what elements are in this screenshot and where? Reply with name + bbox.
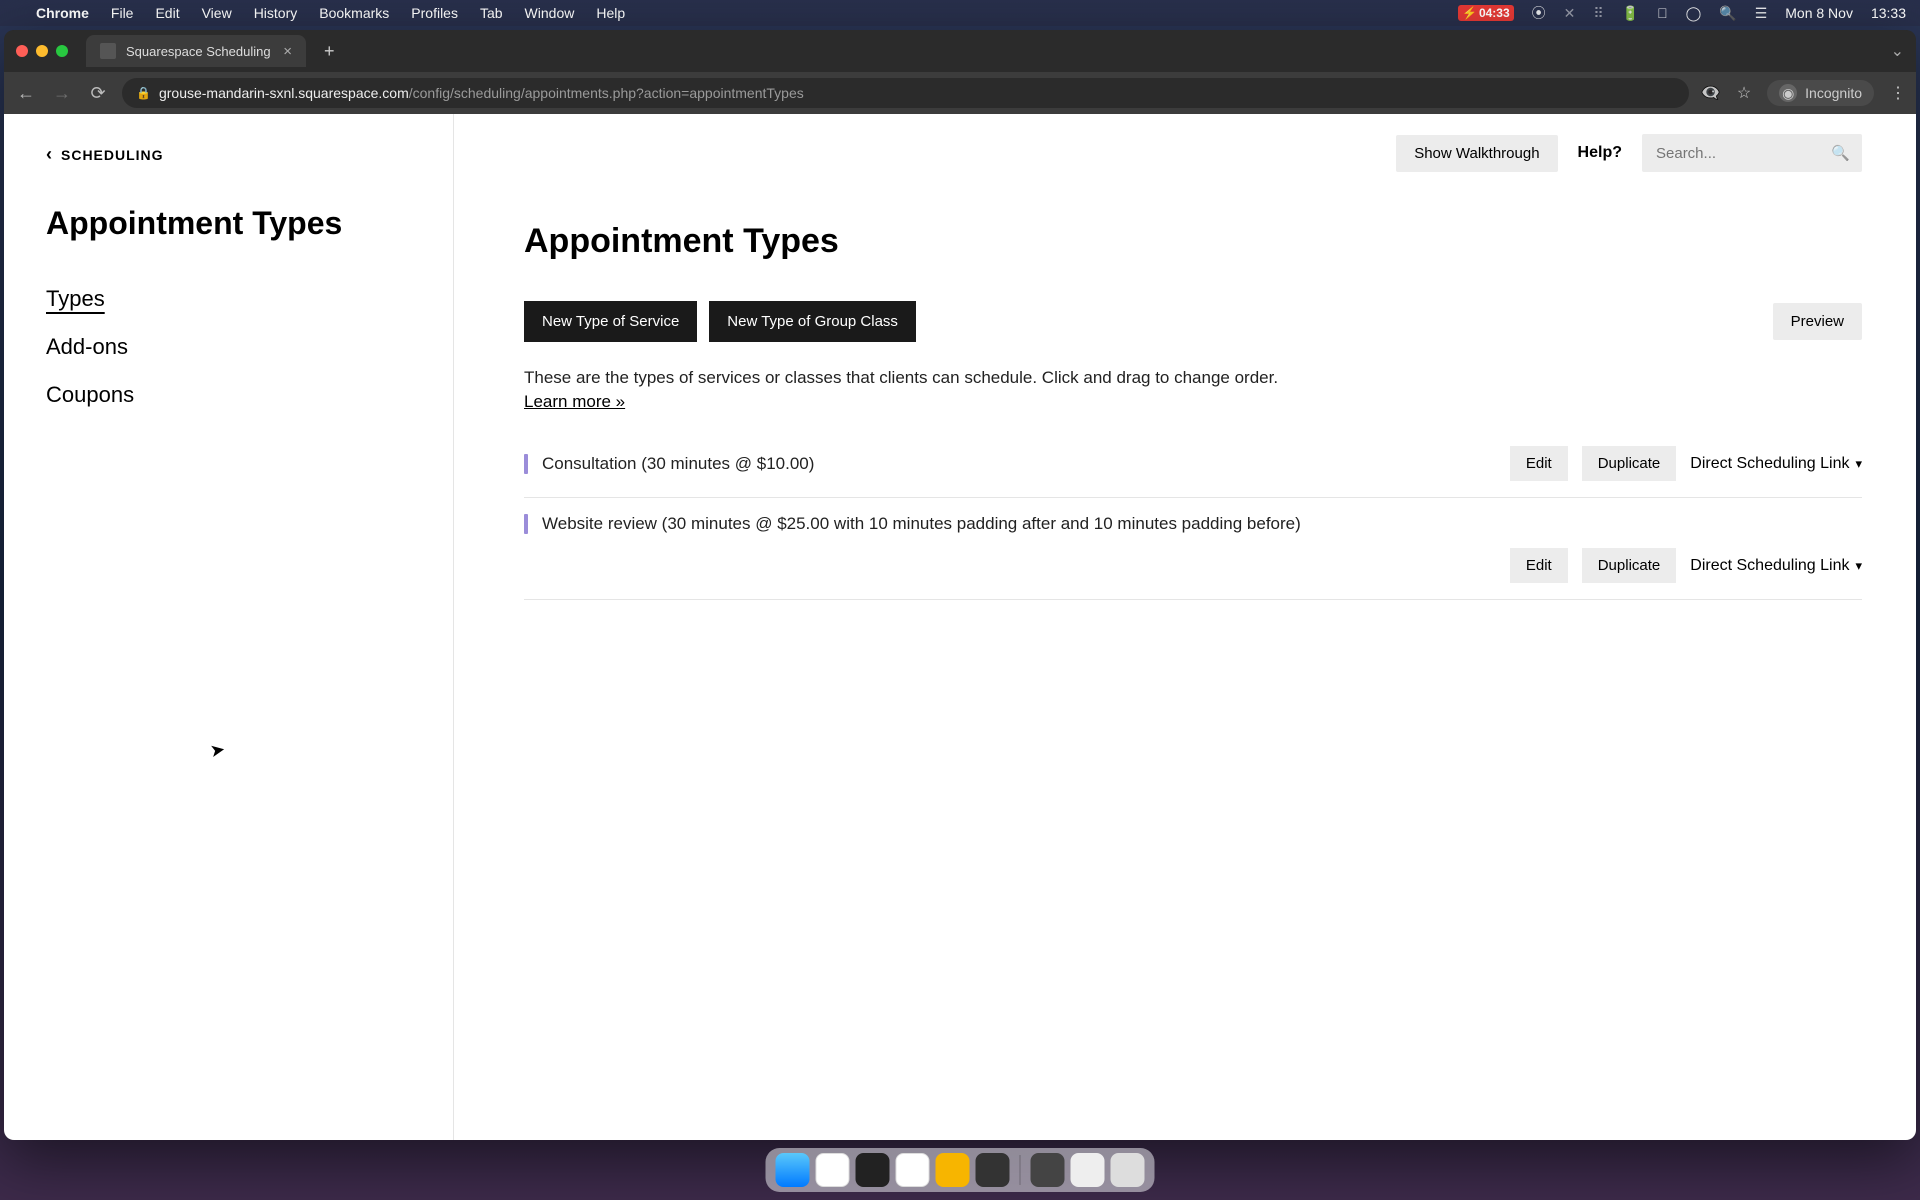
edit-button[interactable]: Edit <box>1510 446 1568 481</box>
type-label: Website review (30 minutes @ $25.00 with… <box>542 514 1862 534</box>
tab-title: Squarespace Scheduling <box>126 44 271 59</box>
spotlight-icon[interactable]: 🔍 <box>1719 5 1736 22</box>
new-tab-button[interactable]: + <box>316 41 343 62</box>
reload-button[interactable]: ⟳ <box>86 83 110 104</box>
direct-scheduling-link-dropdown[interactable]: Direct Scheduling Link ▾ <box>1690 455 1862 473</box>
appointment-types-list: Consultation (30 minutes @ $10.00) Edit … <box>524 430 1862 600</box>
menu-view[interactable]: View <box>202 5 232 21</box>
duplicate-button[interactable]: Duplicate <box>1582 446 1677 481</box>
page-viewport: ‹ SCHEDULING Appointment Types Types Add… <box>4 114 1916 1140</box>
menu-edit[interactable]: Edit <box>155 5 179 21</box>
type-color-indicator <box>524 514 528 534</box>
type-label: Consultation (30 minutes @ $10.00) <box>542 454 1496 474</box>
window-controls <box>16 45 68 57</box>
back-label: SCHEDULING <box>61 147 164 163</box>
appointment-type-row[interactable]: Website review (30 minutes @ $25.00 with… <box>524 498 1862 600</box>
menu-profiles[interactable]: Profiles <box>411 5 458 21</box>
favicon-icon <box>100 43 116 59</box>
dock-app-7[interactable] <box>1031 1153 1065 1187</box>
back-button[interactable]: ← <box>14 83 38 104</box>
main-content: Show Walkthrough Help? 🔍 Appointment Typ… <box>454 114 1916 1140</box>
chevron-down-icon: ▾ <box>1855 558 1862 574</box>
address-bar[interactable]: 🔒 grouse-mandarin-sxnl.squarespace.com/c… <box>122 78 1689 108</box>
tabs-dropdown-icon[interactable]: ⌄ <box>1891 41 1904 61</box>
menu-help[interactable]: Help <box>596 5 625 21</box>
status-icon-3[interactable]: ⠿ <box>1593 5 1603 22</box>
dock-app-chrome[interactable] <box>816 1153 850 1187</box>
dock-app-trash[interactable] <box>1111 1153 1145 1187</box>
chevron-down-icon: ▾ <box>1855 456 1862 472</box>
close-window-button[interactable] <box>16 45 28 57</box>
direct-scheduling-link-dropdown[interactable]: Direct Scheduling Link ▾ <box>1690 557 1862 575</box>
url-path: /config/scheduling/appointments.php?acti… <box>409 85 804 101</box>
control-center-icon[interactable]: ☰ <box>1755 5 1768 22</box>
search-input[interactable] <box>1656 145 1848 162</box>
learn-more-link[interactable]: Learn more » <box>524 392 625 412</box>
sidebar: ‹ SCHEDULING Appointment Types Types Add… <box>4 114 454 1140</box>
lock-icon: 🔒 <box>136 86 151 100</box>
preview-button[interactable]: Preview <box>1773 303 1862 340</box>
app-name[interactable]: Chrome <box>36 5 89 21</box>
help-link[interactable]: Help? <box>1578 144 1622 162</box>
type-color-indicator <box>524 454 528 474</box>
chevron-left-icon: ‹ <box>46 144 53 165</box>
new-type-of-group-class-button[interactable]: New Type of Group Class <box>709 301 916 342</box>
macos-menubar: Chrome File Edit View History Bookmarks … <box>0 0 1920 26</box>
appointment-type-row[interactable]: Consultation (30 minutes @ $10.00) Edit … <box>524 430 1862 498</box>
page-title: Appointment Types <box>524 222 1862 261</box>
sidebar-title: Appointment Types <box>46 205 411 242</box>
sidebar-nav: Types Add-ons Coupons <box>46 286 411 408</box>
dock-app-notes[interactable] <box>896 1153 930 1187</box>
description-text: These are the types of services or class… <box>524 368 1862 388</box>
maximize-window-button[interactable] <box>56 45 68 57</box>
sidebar-item-coupons[interactable]: Coupons <box>46 382 411 408</box>
menu-file[interactable]: File <box>111 5 134 21</box>
incognito-badge[interactable]: ◉ Incognito <box>1767 80 1874 106</box>
top-bar: Show Walkthrough Help? 🔍 <box>524 134 1862 172</box>
menubar-time[interactable]: 13:33 <box>1871 5 1906 21</box>
search-field-wrapper: 🔍 <box>1642 134 1862 172</box>
menu-tab[interactable]: Tab <box>480 5 503 21</box>
new-type-of-service-button[interactable]: New Type of Service <box>524 301 697 342</box>
sidebar-item-addons[interactable]: Add-ons <box>46 334 411 360</box>
minimize-window-button[interactable] <box>36 45 48 57</box>
browser-tab[interactable]: Squarespace Scheduling × <box>86 35 306 67</box>
dock-app-6[interactable] <box>976 1153 1010 1187</box>
menu-bookmarks[interactable]: Bookmarks <box>319 5 389 21</box>
close-tab-icon[interactable]: × <box>283 43 292 60</box>
show-walkthrough-button[interactable]: Show Walkthrough <box>1396 135 1557 172</box>
sidebar-item-types[interactable]: Types <box>46 286 411 312</box>
eye-off-icon[interactable]: 👁‍🗨 <box>1701 83 1721 103</box>
duplicate-button[interactable]: Duplicate <box>1582 548 1677 583</box>
dock-app-terminal[interactable] <box>856 1153 890 1187</box>
edit-button[interactable]: Edit <box>1510 548 1568 583</box>
incognito-icon: ◉ <box>1779 84 1797 102</box>
dock-app-finder[interactable] <box>776 1153 810 1187</box>
browser-toolbar: ← → ⟳ 🔒 grouse-mandarin-sxnl.squarespace… <box>4 72 1916 114</box>
search-icon[interactable]: 🔍 <box>1831 144 1850 162</box>
url-domain: grouse-mandarin-sxnl.squarespace.com <box>159 85 409 101</box>
battery-icon[interactable]: 🔋 <box>1622 5 1639 22</box>
bookmark-star-icon[interactable]: ☆ <box>1737 83 1751 103</box>
menu-history[interactable]: History <box>254 5 298 21</box>
back-to-scheduling[interactable]: ‹ SCHEDULING <box>46 144 411 165</box>
status-icon-2[interactable]: ✕ <box>1564 5 1576 22</box>
action-row: New Type of Service New Type of Group Cl… <box>524 301 1862 342</box>
status-icon-1[interactable]: ⦿ <box>1532 3 1546 23</box>
dock-separator <box>1020 1155 1021 1185</box>
menubar-date[interactable]: Mon 8 Nov <box>1785 5 1853 21</box>
dock-app-5[interactable] <box>936 1153 970 1187</box>
menu-window[interactable]: Window <box>525 5 575 21</box>
chrome-menu-icon[interactable]: ⋮ <box>1890 83 1906 103</box>
screentime-icon[interactable]: ⚡04:33 <box>1458 5 1514 21</box>
user-icon[interactable]: ◯ <box>1686 5 1702 22</box>
dock-app-8[interactable] <box>1071 1153 1105 1187</box>
forward-button[interactable]: → <box>50 83 74 104</box>
chrome-window: Squarespace Scheduling × + ⌄ ← → ⟳ 🔒 gro… <box>4 30 1916 1140</box>
macos-dock <box>766 1148 1155 1192</box>
tab-strip: Squarespace Scheduling × + ⌄ <box>4 30 1916 72</box>
wifi-icon[interactable]: 􀙇 <box>1657 5 1668 21</box>
